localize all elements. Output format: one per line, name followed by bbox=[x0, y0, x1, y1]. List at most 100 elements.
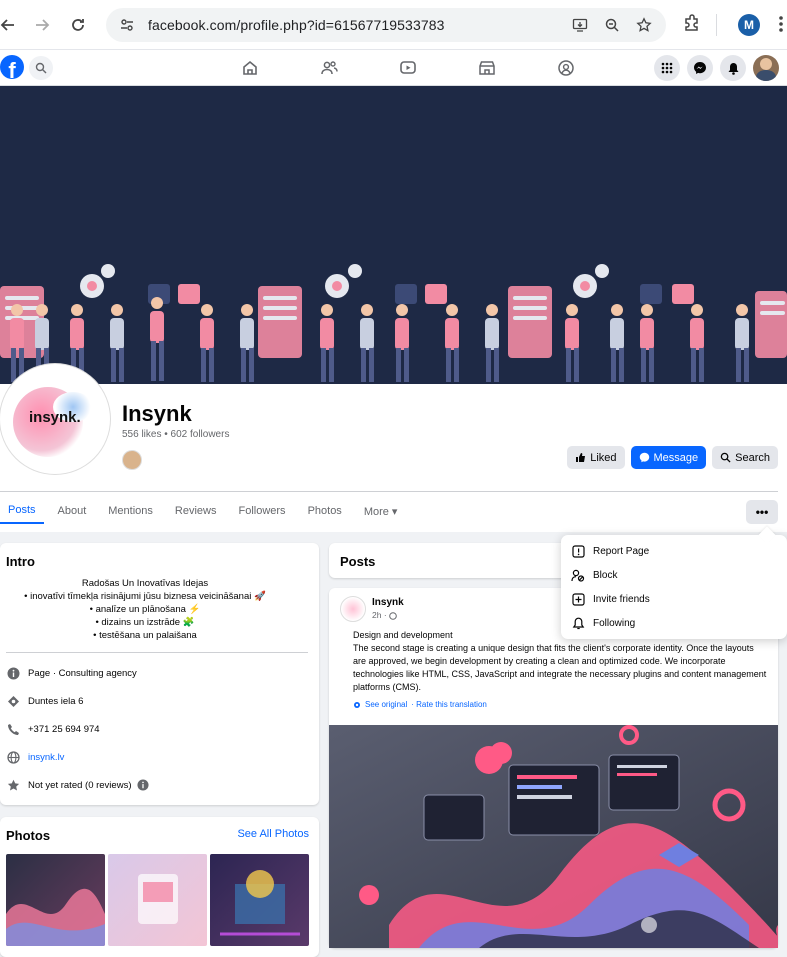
profile-header: insynk. Insynk 556 likes • 602 followers… bbox=[0, 364, 787, 532]
account-avatar[interactable] bbox=[753, 55, 779, 81]
menu-item-report[interactable]: Report Page bbox=[570, 540, 649, 562]
post-author-avatar[interactable] bbox=[340, 596, 366, 622]
reload-icon[interactable] bbox=[62, 9, 94, 41]
groups-tab-icon[interactable] bbox=[526, 50, 605, 86]
bio-line: Radošas Un Inovatīvas Idejas bbox=[81, 578, 209, 589]
search-icon[interactable] bbox=[29, 56, 53, 80]
menu-item-following[interactable]: Following bbox=[570, 612, 635, 634]
page-stats[interactable]: 556 likes • 602 followers bbox=[122, 429, 229, 440]
bio-line: • testēšana un palaišana bbox=[93, 630, 197, 641]
message-button[interactable]: Message bbox=[630, 446, 707, 469]
location-pin-icon bbox=[6, 694, 20, 708]
info-icon bbox=[6, 666, 20, 680]
bio-line: • analīze un plānošana ⚡ bbox=[89, 604, 201, 615]
post-text-body: The second stage is creating a unique de… bbox=[353, 643, 767, 692]
photo-thumbnail[interactable] bbox=[210, 854, 309, 946]
browser-profile-avatar[interactable]: M bbox=[738, 14, 760, 36]
info-website: insynk.lv bbox=[6, 750, 64, 764]
cover-photo[interactable] bbox=[0, 86, 787, 384]
tab-posts[interactable]: Posts bbox=[0, 498, 44, 524]
site-settings-icon[interactable] bbox=[114, 12, 140, 38]
search-icon bbox=[720, 452, 731, 463]
browser-toolbar: facebook.com/profile.php?id=615677195337… bbox=[0, 0, 787, 49]
public-globe-icon bbox=[389, 611, 397, 620]
profile-picture[interactable]: insynk. bbox=[0, 364, 110, 474]
post-image[interactable] bbox=[329, 725, 778, 948]
thumbs-up-icon bbox=[576, 453, 586, 462]
translation-row: See original · Rate this translation bbox=[353, 700, 487, 709]
globe-icon bbox=[6, 750, 20, 764]
profile-divider bbox=[0, 491, 778, 492]
intro-card: Intro Radošas Un Inovatīvas Idejas • ino… bbox=[0, 543, 319, 805]
tab-reviews[interactable]: Reviews bbox=[167, 498, 225, 524]
intro-bio: Radošas Un Inovatīvas Idejas • inovatīvi… bbox=[0, 577, 290, 642]
intro-divider bbox=[6, 652, 308, 653]
block-user-icon bbox=[570, 567, 586, 583]
info-page-type: Page · Consulting agency bbox=[6, 666, 137, 680]
tab-about[interactable]: About bbox=[50, 498, 95, 524]
install-app-icon[interactable] bbox=[568, 13, 592, 37]
photos-title: Photos bbox=[6, 828, 51, 843]
toolbar-divider bbox=[716, 14, 717, 36]
star-icon bbox=[6, 778, 20, 792]
website-link[interactable]: insynk.lv bbox=[28, 752, 64, 763]
phone-text: +371 25 694 974 bbox=[28, 723, 100, 735]
page-name: Insynk bbox=[122, 401, 192, 426]
menu-item-label: Block bbox=[593, 569, 618, 581]
friends-tab-icon[interactable] bbox=[289, 50, 368, 86]
menu-item-invite[interactable]: Invite friends bbox=[570, 588, 650, 610]
rate-translation-link[interactable]: · Rate this translation bbox=[411, 700, 487, 709]
browser-menu-icon[interactable] bbox=[778, 14, 784, 34]
messenger-icon bbox=[639, 452, 649, 463]
phone-icon bbox=[6, 722, 20, 736]
zoom-icon[interactable] bbox=[600, 13, 624, 37]
menu-item-label: Following bbox=[593, 617, 636, 629]
rating-info-icon[interactable] bbox=[136, 778, 150, 792]
facebook-logo[interactable]: f bbox=[0, 55, 24, 79]
invite-icon bbox=[570, 591, 586, 607]
gear-icon bbox=[354, 701, 360, 708]
rating-text: Not yet rated (0 reviews) bbox=[28, 779, 132, 791]
facebook-header: f bbox=[0, 49, 787, 86]
liked-button[interactable]: Liked bbox=[567, 446, 625, 469]
home-tab-icon[interactable] bbox=[210, 50, 289, 86]
back-icon[interactable] bbox=[0, 9, 24, 41]
posts-title: Posts bbox=[340, 554, 376, 569]
bio-line: • inovatīvi tīmekļa risinājumi jūsu bizn… bbox=[24, 591, 266, 602]
report-icon bbox=[570, 543, 586, 559]
liked-label: Liked bbox=[590, 451, 617, 464]
search-page-button[interactable]: Search bbox=[712, 446, 778, 469]
photo-thumbnail[interactable] bbox=[108, 854, 207, 946]
menu-grid-icon[interactable] bbox=[654, 55, 680, 81]
post-author[interactable]: Insynk bbox=[372, 597, 404, 608]
menu-item-label: Invite friends bbox=[593, 593, 650, 605]
extensions-icon[interactable] bbox=[682, 13, 702, 33]
video-tab-icon[interactable] bbox=[368, 50, 447, 86]
photo-thumbnail[interactable] bbox=[6, 854, 105, 946]
post-timestamp[interactable]: 2h · bbox=[372, 610, 397, 620]
tab-mentions[interactable]: Mentions bbox=[100, 498, 161, 524]
marketplace-tab-icon[interactable] bbox=[447, 50, 526, 86]
url-text[interactable]: facebook.com/profile.php?id=615677195337… bbox=[148, 17, 445, 33]
address-bar[interactable]: facebook.com/profile.php?id=615677195337… bbox=[106, 8, 666, 42]
notifications-bell-icon[interactable] bbox=[720, 55, 746, 81]
address-text: Duntes iela 6 bbox=[28, 695, 84, 707]
tab-photos[interactable]: Photos bbox=[300, 498, 350, 524]
post-card: Insynk 2h · Design and development The s… bbox=[329, 588, 778, 948]
menu-item-block[interactable]: Block bbox=[570, 564, 617, 586]
see-original-link[interactable]: See original bbox=[365, 700, 407, 709]
see-all-photos-link[interactable]: See All Photos bbox=[237, 828, 309, 840]
tab-followers[interactable]: Followers bbox=[230, 498, 293, 524]
forward-icon[interactable] bbox=[26, 9, 58, 41]
tab-more[interactable]: More ▾ bbox=[356, 498, 406, 524]
info-address: Duntes iela 6 bbox=[6, 694, 83, 708]
menu-item-label: Report Page bbox=[593, 545, 650, 557]
friend-avatar[interactable] bbox=[122, 450, 142, 470]
messenger-icon[interactable] bbox=[687, 55, 713, 81]
page-type-text: Page · Consulting agency bbox=[28, 667, 137, 679]
page-options-menu: Report Page Block Invite friends Followi… bbox=[561, 526, 787, 639]
bookmark-star-icon[interactable] bbox=[632, 13, 656, 37]
more-options-button[interactable]: ••• bbox=[746, 500, 778, 524]
info-rating: Not yet rated (0 reviews) bbox=[6, 778, 158, 792]
photos-card: Photos See All Photos bbox=[0, 817, 319, 957]
